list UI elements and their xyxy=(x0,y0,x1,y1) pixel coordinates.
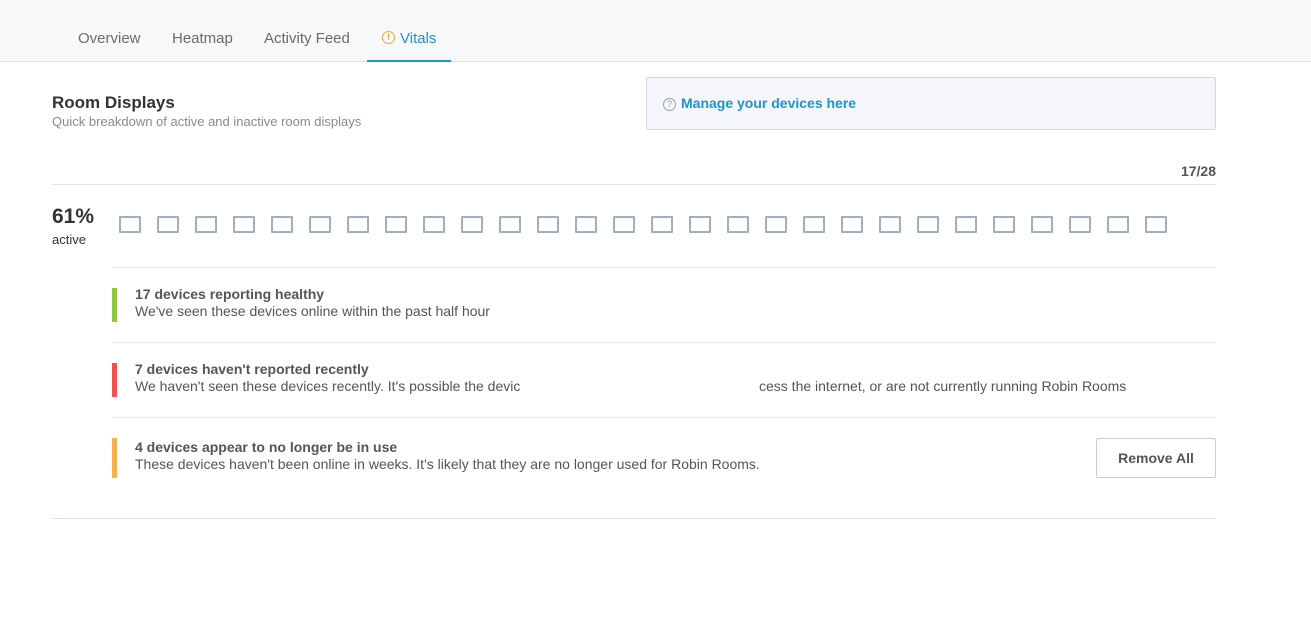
status-description-continued: cess the internet, or are not currently … xyxy=(759,378,1127,394)
manage-devices-link[interactable]: Manage your devices here xyxy=(681,95,856,111)
status-color-bar xyxy=(112,438,117,478)
device-box xyxy=(271,216,293,233)
device-box xyxy=(309,216,331,233)
status-not-reported: 7 devices haven't reported recently We h… xyxy=(112,361,1216,397)
device-box xyxy=(423,216,445,233)
page-subtitle: Quick breakdown of active and inactive r… xyxy=(52,114,362,129)
device-box xyxy=(385,216,407,233)
status-color-bar xyxy=(112,288,117,322)
device-box xyxy=(461,216,483,233)
device-box xyxy=(157,216,179,233)
tab-vitals-label: Vitals xyxy=(400,30,437,47)
device-box xyxy=(499,216,521,233)
status-description: We've seen these devices online within t… xyxy=(135,303,490,319)
device-box xyxy=(955,216,977,233)
status-title: 7 devices haven't reported recently xyxy=(135,361,369,377)
device-box xyxy=(195,216,217,233)
remove-all-button[interactable]: Remove All xyxy=(1096,438,1216,478)
status-color-bar xyxy=(112,363,117,397)
status-title: 4 devices appear to no longer be in use xyxy=(135,439,398,455)
help-icon: ? xyxy=(663,98,676,111)
device-box xyxy=(727,216,749,233)
device-box xyxy=(1145,216,1167,233)
device-box xyxy=(233,216,255,233)
status-description: These devices haven't been online in wee… xyxy=(135,456,760,472)
status-title: 17 devices reporting healthy xyxy=(135,286,325,302)
manage-devices-banner: ? Manage your devices here xyxy=(646,77,1216,130)
divider xyxy=(112,417,1216,418)
device-box xyxy=(347,216,369,233)
device-box xyxy=(841,216,863,233)
device-box xyxy=(651,216,673,233)
device-box xyxy=(613,216,635,233)
divider xyxy=(112,342,1216,343)
tab-vitals[interactable]: ! Vitals xyxy=(367,0,451,62)
device-box xyxy=(993,216,1015,233)
device-box xyxy=(1107,216,1129,233)
device-box xyxy=(879,216,901,233)
divider xyxy=(52,184,1216,185)
device-grid xyxy=(119,216,1179,234)
divider xyxy=(52,518,1216,519)
status-description: We haven't seen these devices recently. … xyxy=(135,378,521,394)
device-box xyxy=(1031,216,1053,233)
active-label: active xyxy=(52,232,86,247)
tab-overview[interactable]: Overview xyxy=(78,0,141,62)
device-box xyxy=(917,216,939,233)
page-title: Room Displays xyxy=(52,93,175,112)
tab-heatmap[interactable]: Heatmap xyxy=(172,0,233,62)
device-box xyxy=(765,216,787,233)
divider xyxy=(112,267,1216,268)
device-box xyxy=(575,216,597,233)
device-box xyxy=(119,216,141,233)
device-box xyxy=(537,216,559,233)
status-inactive: 4 devices appear to no longer be in use … xyxy=(112,438,1216,478)
status-healthy: 17 devices reporting healthy We've seen … xyxy=(112,286,1216,322)
device-count: 17/28 xyxy=(1180,163,1216,179)
tab-bar: Overview Heatmap Activity Feed ! Vitals xyxy=(0,0,1311,62)
device-box xyxy=(803,216,825,233)
warning-icon: ! xyxy=(382,31,395,44)
active-percent: 61% xyxy=(52,205,95,228)
device-box xyxy=(1069,216,1091,233)
device-box xyxy=(689,216,711,233)
tab-activity-feed[interactable]: Activity Feed xyxy=(264,0,350,62)
